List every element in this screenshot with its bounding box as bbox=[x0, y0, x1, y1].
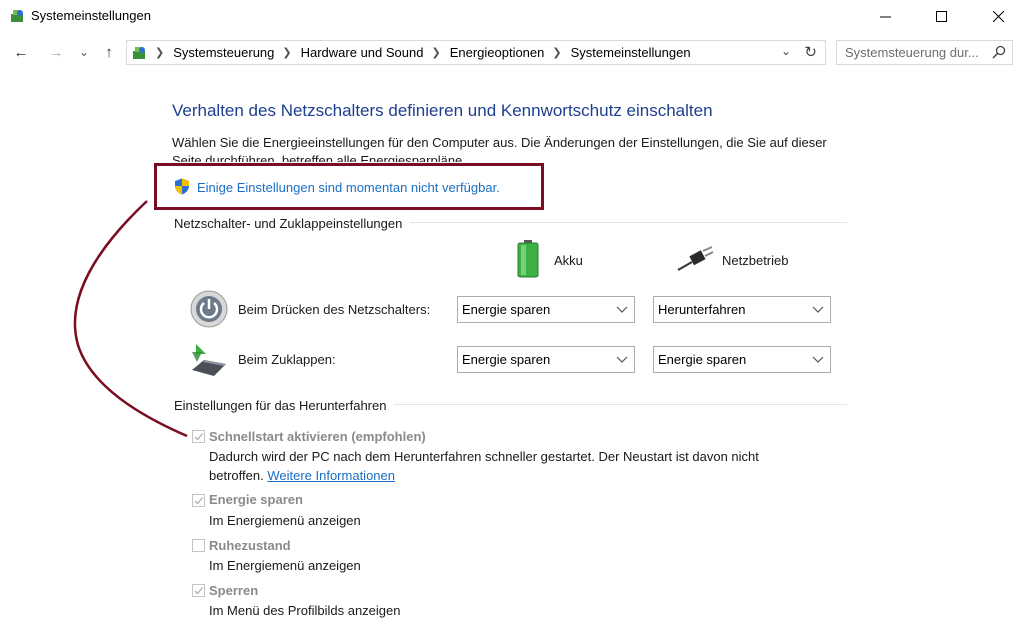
chevron-down-icon bbox=[616, 306, 628, 313]
power-button-plugged-select[interactable]: Herunterfahren bbox=[653, 296, 831, 323]
select-value: Herunterfahren bbox=[658, 302, 746, 317]
lid-close-plugged-select[interactable]: Energie sparen bbox=[653, 346, 831, 373]
select-value: Energie sparen bbox=[658, 352, 747, 367]
chevron-down-icon bbox=[812, 306, 824, 313]
chevron-down-icon bbox=[616, 356, 628, 363]
power-plug-icon bbox=[677, 246, 714, 271]
power-button-icon bbox=[190, 290, 228, 328]
lock-label: Sperren bbox=[209, 583, 259, 598]
power-button-action-label: Beim Drücken des Netzschalters: bbox=[238, 302, 431, 317]
fast-startup-checkbox[interactable] bbox=[192, 430, 205, 443]
checkmark-icon bbox=[194, 433, 203, 441]
checkmark-icon bbox=[194, 587, 203, 595]
lid-close-action-label: Beim Zuklappen: bbox=[238, 352, 336, 367]
hibernate-description: Im Energiemenü anzeigen bbox=[209, 558, 361, 573]
fast-startup-label: Schnellstart aktivieren (empfohlen) bbox=[209, 429, 426, 444]
power-group-label: Netzschalter- und Zuklappeinstellungen bbox=[174, 216, 411, 231]
sleep-label: Energie sparen bbox=[209, 492, 303, 507]
lid-close-battery-select[interactable]: Energie sparen bbox=[457, 346, 635, 373]
battery-column-label: Akku bbox=[554, 253, 583, 268]
checkmark-icon bbox=[194, 497, 203, 505]
laptop-lid-icon bbox=[192, 344, 226, 376]
lock-description: Im Menü des Profilbilds anzeigen bbox=[209, 603, 401, 618]
plugged-in-column-label: Netzbetrieb bbox=[722, 253, 789, 268]
hibernate-checkbox[interactable] bbox=[192, 539, 205, 552]
chevron-down-icon bbox=[812, 356, 824, 363]
shutdown-group-label: Einstellungen für das Herunterfahren bbox=[174, 398, 395, 413]
power-button-battery-select[interactable]: Energie sparen bbox=[457, 296, 635, 323]
select-value: Energie sparen bbox=[462, 302, 551, 317]
hibernate-label: Ruhezustand bbox=[209, 538, 291, 553]
fast-startup-description: Dadurch wird der PC nach dem Herunterfah… bbox=[209, 449, 759, 483]
battery-icon bbox=[517, 240, 539, 278]
lock-checkbox[interactable] bbox=[192, 584, 205, 597]
sleep-description: Im Energiemenü anzeigen bbox=[209, 513, 361, 528]
more-info-link[interactable]: Weitere Informationen bbox=[267, 468, 395, 483]
sleep-checkbox[interactable] bbox=[192, 494, 205, 507]
select-value: Energie sparen bbox=[462, 352, 551, 367]
